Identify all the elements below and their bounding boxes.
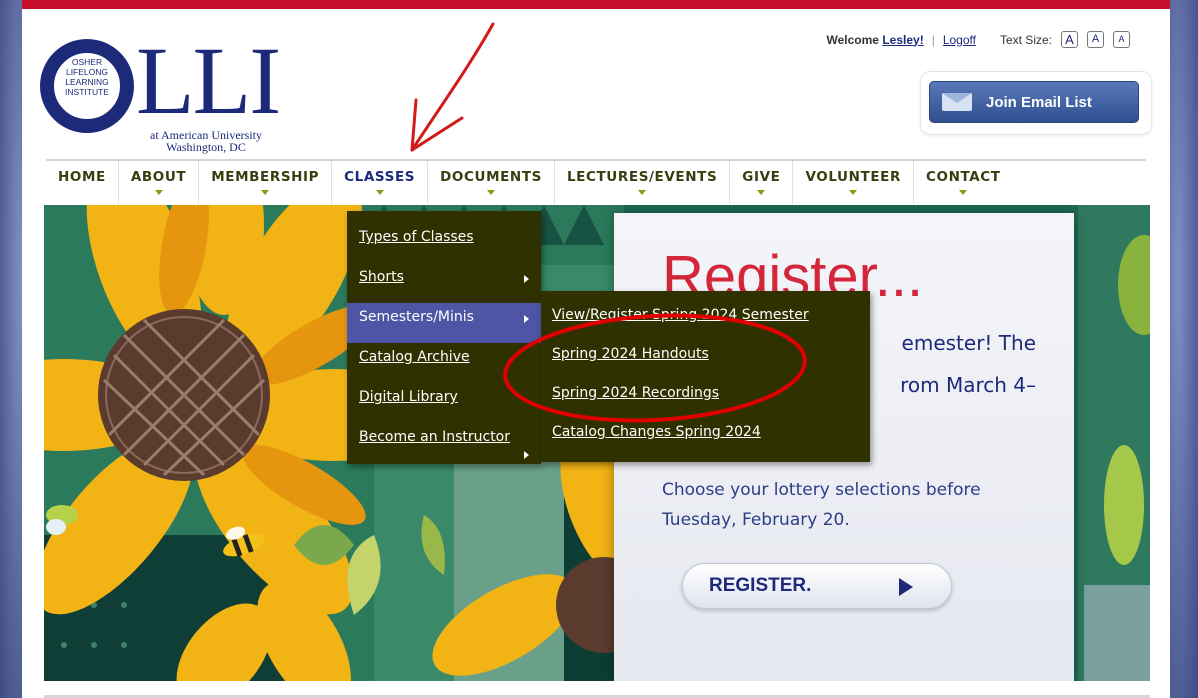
menu-item-semesters-minis[interactable]: Semesters/Minis	[347, 303, 541, 343]
join-email-list-label: Join Email List	[986, 93, 1092, 111]
chevron-right-icon	[524, 275, 529, 283]
text-size-small-button[interactable]: A	[1113, 31, 1130, 48]
semesters-submenu: View/Register Spring 2024 Semester Sprin…	[541, 291, 870, 462]
submenu-item-view-register-spring-2024[interactable]: View/Register Spring 2024 Semester	[541, 301, 870, 340]
submenu-item-catalog-changes-spring-2024[interactable]: Catalog Changes Spring 2024	[541, 418, 870, 457]
text-size-label: Text Size:	[999, 32, 1052, 47]
chevron-down-icon	[959, 190, 968, 195]
email-signup-box: Join Email List	[920, 71, 1152, 135]
nav-about[interactable]: ABOUT	[119, 161, 200, 204]
chevron-down-icon	[638, 190, 647, 195]
logo-institute-text: OSHER LIFELONG LEARNING INSTITUTE	[65, 57, 109, 97]
menu-item-become-an-instructor[interactable]: Become an Instructor	[347, 423, 541, 463]
menu-item-types-of-classes[interactable]: Types of Classes	[347, 223, 541, 263]
nav-membership[interactable]: MEMBERSHIP	[199, 161, 333, 204]
utility-bar: Welcome Lesley! | Logoff Text Size: A A …	[827, 31, 1130, 48]
chevron-down-icon	[261, 190, 270, 195]
text-size-medium-button[interactable]: A	[1087, 31, 1104, 48]
text-size-large-button[interactable]: A	[1061, 31, 1078, 48]
nav-contact[interactable]: CONTACT	[914, 161, 1013, 204]
submenu-item-spring-2024-recordings[interactable]: Spring 2024 Recordings	[541, 379, 870, 418]
logo-subtitle: at American University Washington, DC	[150, 128, 262, 154]
register-button-label: REGISTER.	[709, 575, 812, 596]
chevron-down-icon	[849, 190, 858, 195]
chevron-right-icon	[524, 451, 529, 459]
register-button[interactable]: REGISTER.	[682, 563, 952, 609]
divider: |	[931, 32, 935, 47]
nav-home[interactable]: HOME	[46, 161, 119, 204]
chevron-down-icon	[154, 190, 163, 195]
join-email-list-button[interactable]: Join Email List	[929, 81, 1139, 123]
main-nav: HOME ABOUT MEMBERSHIP CLASSES DOCUMENTS …	[46, 159, 1146, 204]
menu-item-catalog-archive[interactable]: Catalog Archive	[347, 343, 541, 383]
chevron-down-icon	[487, 190, 496, 195]
chevron-right-icon	[524, 315, 529, 323]
nav-give[interactable]: GIVE	[730, 161, 794, 204]
envelope-icon	[942, 93, 972, 111]
lottery-deadline-text: Choose your lottery selections before Tu…	[662, 480, 981, 530]
logo-wordmark: LLI	[136, 27, 281, 134]
menu-item-shorts[interactable]: Shorts	[347, 263, 541, 303]
chevron-down-icon	[375, 190, 384, 195]
submenu-item-spring-2024-handouts[interactable]: Spring 2024 Handouts	[541, 340, 870, 379]
nav-volunteer[interactable]: VOLUNTEER	[793, 161, 914, 204]
classes-dropdown-menu: Types of Classes Shorts Semesters/Minis …	[347, 211, 541, 464]
menu-item-digital-library[interactable]: Digital Library	[347, 383, 541, 423]
play-arrow-icon	[899, 578, 913, 596]
nav-lectures-events[interactable]: LECTURES/EVENTS	[555, 161, 731, 204]
page: OSHER LIFELONG LEARNING INSTITUTE LLI at…	[22, 0, 1170, 698]
user-name-link[interactable]: Lesley!	[882, 33, 923, 47]
chevron-down-icon	[757, 190, 766, 195]
nav-classes[interactable]: CLASSES	[332, 161, 429, 204]
logoff-link[interactable]: Logoff	[943, 33, 976, 47]
welcome-text: Welcome Lesley!	[826, 32, 924, 47]
nav-documents[interactable]: DOCUMENTS	[428, 161, 555, 204]
olli-logo[interactable]: OSHER LIFELONG LEARNING INSTITUTE LLI at…	[40, 31, 290, 164]
